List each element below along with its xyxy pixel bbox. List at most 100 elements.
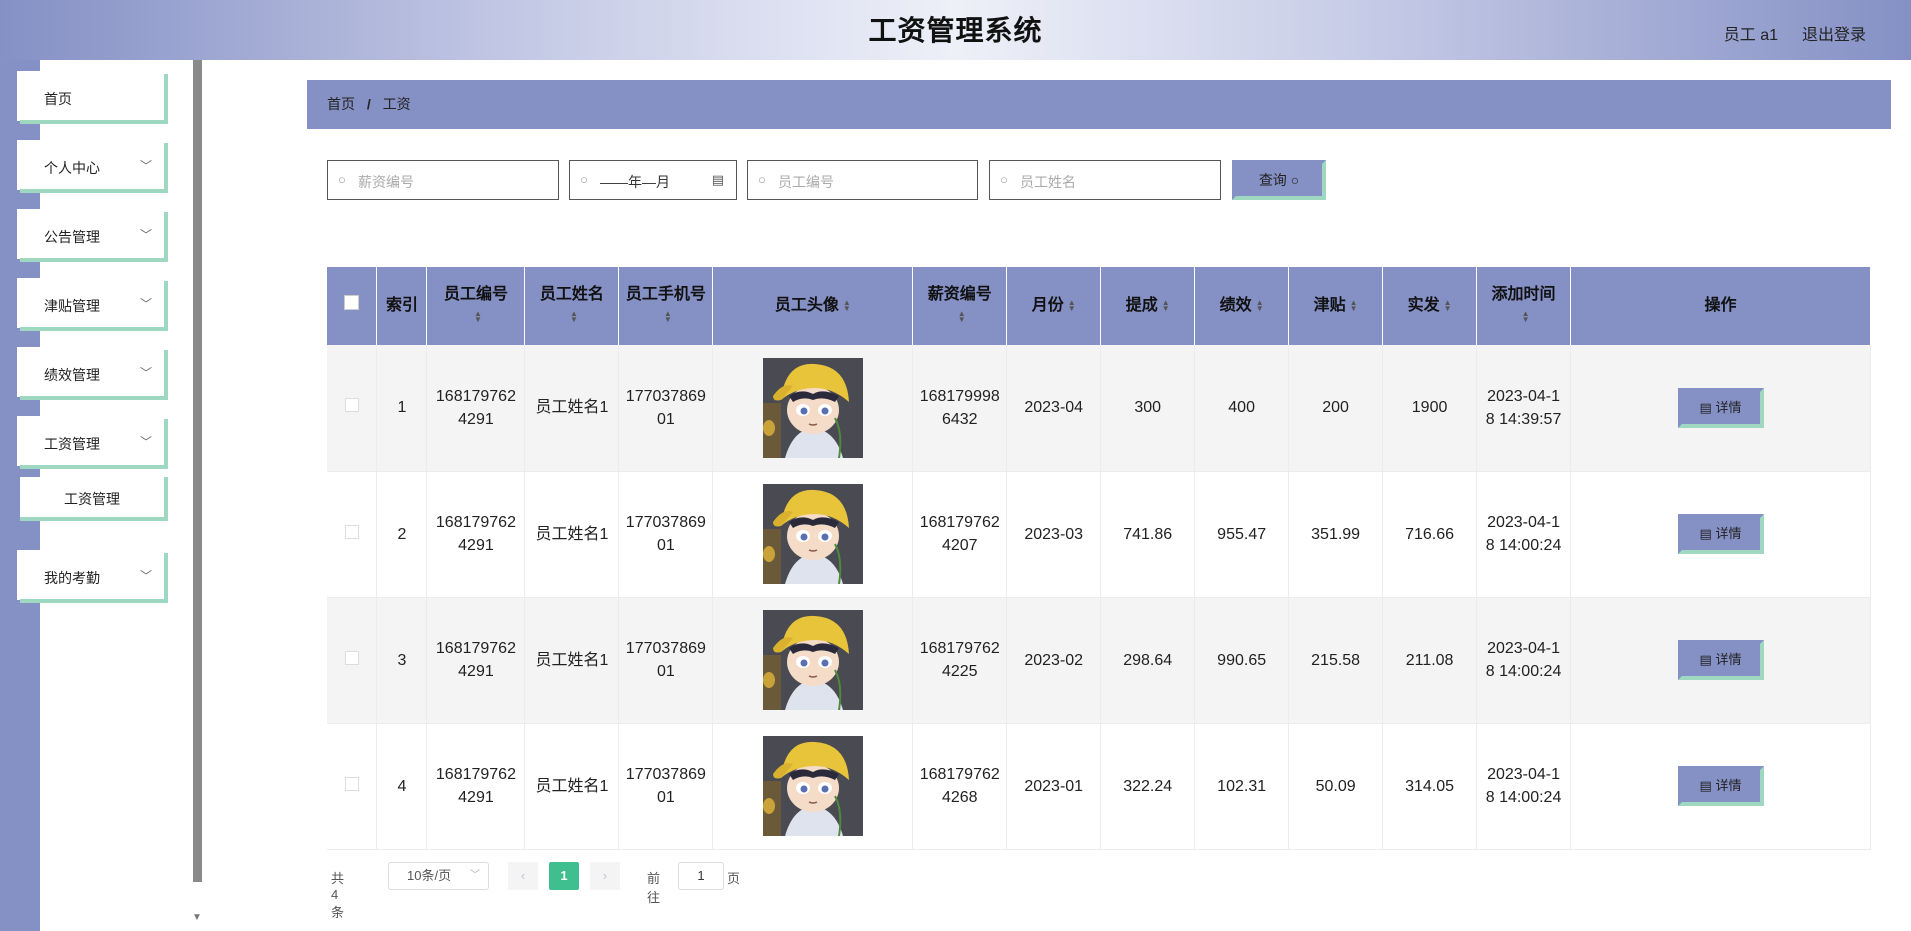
employee-avatar-image[interactable]: [762, 736, 863, 836]
cell-index: 3: [376, 597, 428, 724]
detail-button[interactable]: ▤ 详情: [1677, 514, 1764, 554]
detail-button[interactable]: ▤ 详情: [1677, 387, 1764, 428]
next-page-button[interactable]: ›: [590, 862, 620, 890]
employee-avatar-image[interactable]: [762, 610, 863, 710]
scroll-down-arrow-icon[interactable]: ▼: [192, 912, 202, 923]
page-number-current[interactable]: 1: [549, 862, 579, 890]
goto-label: 前往: [647, 871, 661, 905]
prev-page-button[interactable]: ‹: [508, 862, 538, 890]
sidebar-item-salary[interactable]: 工资管理 ﹀: [20, 419, 168, 469]
chevron-left-icon: ‹: [520, 868, 526, 883]
sort-icon[interactable]: ▲ ▼: [1162, 298, 1170, 312]
detail-button-label: 详情: [1715, 778, 1742, 793]
page-size-select[interactable]: 10条/页 ﹀: [388, 862, 489, 890]
cell-added-time: 2023-04-18 14:00:24: [1476, 471, 1572, 598]
cell-actions: ▤ 详情: [1570, 597, 1871, 724]
sidebar-item-home[interactable]: 首页: [20, 74, 168, 124]
app-title: 工资管理系统: [868, 15, 1043, 46]
sidebar-item-allowance[interactable]: 津贴管理 ﹀: [20, 281, 168, 331]
employee-avatar-image[interactable]: [762, 357, 863, 458]
table-row: 4 1681797624291 员工姓名1 17703786901 168179…: [327, 723, 1871, 850]
col-header-label: 提成: [1125, 297, 1158, 314]
row-checkbox[interactable]: [344, 776, 359, 791]
col-header-avatar[interactable]: 员工头像 ▲ ▼: [712, 267, 914, 345]
calendar-icon[interactable]: ▤: [712, 172, 724, 188]
col-header-added-time[interactable]: 添加时间 ▲ ▼: [1476, 267, 1572, 345]
row-select-cell[interactable]: [327, 471, 378, 598]
row-checkbox[interactable]: [344, 650, 359, 665]
query-button[interactable]: 查询 ○: [1232, 160, 1326, 200]
sort-icon[interactable]: ▲ ▼: [958, 309, 966, 323]
row-checkbox[interactable]: [344, 398, 359, 413]
page-suffix-label: 页: [727, 871, 741, 886]
col-header-label: 绩效: [1219, 297, 1252, 314]
search-icon: ○: [338, 172, 346, 187]
sidebar-item-attendance[interactable]: 我的考勤 ﹀: [20, 553, 168, 603]
logout-link[interactable]: 退出登录: [1802, 21, 1866, 45]
goto-page-input[interactable]: 1: [678, 862, 724, 890]
col-header-emp-no[interactable]: 员工编号 ▲ ▼: [426, 267, 526, 345]
salary-no-placeholder: 薪资编号: [358, 174, 414, 190]
detail-button-label: 详情: [1715, 399, 1742, 415]
sidebar-scrollbar[interactable]: [193, 60, 202, 882]
col-header-performance[interactable]: 绩效 ▲ ▼: [1194, 267, 1290, 345]
breadcrumb-home[interactable]: 首页: [327, 96, 355, 112]
select-all-header[interactable]: [327, 267, 378, 345]
cell-phone: 17703786901: [618, 345, 714, 472]
detail-button[interactable]: ▤ 详情: [1677, 640, 1764, 680]
col-header-actual[interactable]: 实发 ▲ ▼: [1382, 267, 1478, 345]
sort-icon[interactable]: ▲ ▼: [664, 309, 672, 323]
cell-commission: 300: [1100, 345, 1196, 472]
employee-avatar-image[interactable]: [762, 484, 863, 584]
cell-emp-name: 员工姓名1: [524, 345, 620, 472]
col-header-label: 实发: [1407, 297, 1440, 314]
sidebar: 首页 个人中心 ﹀ 公告管理 ﹀ 津贴管理 ﹀ 绩效管理 ﹀ 工资管理 ﹀ 工资…: [0, 60, 200, 931]
col-header-label: 月份: [1031, 297, 1064, 314]
sort-icon[interactable]: ▲ ▼: [1522, 309, 1530, 323]
detail-button[interactable]: ▤ 详情: [1677, 766, 1764, 806]
col-header-emp-name[interactable]: 员工姓名 ▲ ▼: [524, 267, 620, 345]
row-select-cell[interactable]: [327, 723, 378, 850]
sidebar-subitem-salary[interactable]: 工资管理: [20, 477, 168, 521]
chevron-down-icon: ﹀: [139, 297, 152, 311]
document-icon: ▤: [1699, 778, 1712, 793]
row-select-cell[interactable]: [327, 597, 378, 724]
cell-performance: 955.47: [1194, 471, 1290, 598]
emp-name-search-input[interactable]: ○ 员工姓名: [989, 160, 1221, 200]
chevron-down-icon: ﹀: [139, 569, 152, 583]
col-header-month[interactable]: 月份 ▲ ▼: [1006, 267, 1102, 345]
cell-commission: 322.24: [1100, 723, 1196, 850]
cell-avatar: [712, 597, 914, 724]
cell-actual: 314.05: [1382, 723, 1478, 850]
select-all-checkbox[interactable]: [344, 295, 360, 310]
month-picker-input[interactable]: ○ ——年—月 ▤: [569, 160, 737, 200]
salary-table: 索引 员工编号 ▲ ▼ 员工姓名 ▲ ▼ 员工手机号 ▲ ▼ 员工头像 ▲ ▼ 薪资编号 ▲ ▼ 月…: [327, 267, 1871, 850]
col-header-commission[interactable]: 提成 ▲ ▼: [1100, 267, 1196, 345]
salary-no-search-input[interactable]: ○ 薪资编号: [327, 160, 559, 200]
col-header-salary-no[interactable]: 薪资编号 ▲ ▼: [912, 267, 1008, 345]
sort-icon[interactable]: ▲ ▼: [1350, 298, 1358, 312]
cell-added-time: 2023-04-18 14:39:57: [1476, 345, 1572, 472]
sidebar-item-profile[interactable]: 个人中心 ﹀: [20, 143, 168, 193]
col-header-label: 薪资编号: [927, 286, 992, 303]
col-header-label: 员工编号: [443, 286, 508, 303]
sort-icon[interactable]: ▲ ▼: [1444, 298, 1452, 312]
cell-phone: 17703786901: [618, 723, 714, 850]
current-user[interactable]: 员工 a1: [1724, 21, 1778, 45]
sort-icon[interactable]: ▲ ▼: [1256, 298, 1264, 312]
cell-allowance: 50.09: [1288, 723, 1384, 850]
sort-icon[interactable]: ▲ ▼: [570, 309, 578, 323]
row-select-cell[interactable]: [327, 345, 378, 472]
cell-performance: 102.31: [1194, 723, 1290, 850]
emp-no-search-input[interactable]: ○ 员工编号: [747, 160, 978, 200]
sort-icon[interactable]: ▲ ▼: [843, 298, 851, 312]
sidebar-item-label: 首页: [44, 91, 72, 107]
col-header-phone[interactable]: 员工手机号 ▲ ▼: [618, 267, 714, 345]
col-header-allowance[interactable]: 津贴 ▲ ▼: [1288, 267, 1384, 345]
sort-icon[interactable]: ▲ ▼: [474, 309, 482, 323]
chevron-down-icon: ﹀: [139, 435, 152, 449]
sidebar-item-performance[interactable]: 绩效管理 ﹀: [20, 350, 168, 400]
row-checkbox[interactable]: [344, 524, 359, 539]
sort-icon[interactable]: ▲ ▼: [1068, 298, 1076, 312]
sidebar-item-notices[interactable]: 公告管理 ﹀: [20, 212, 168, 262]
